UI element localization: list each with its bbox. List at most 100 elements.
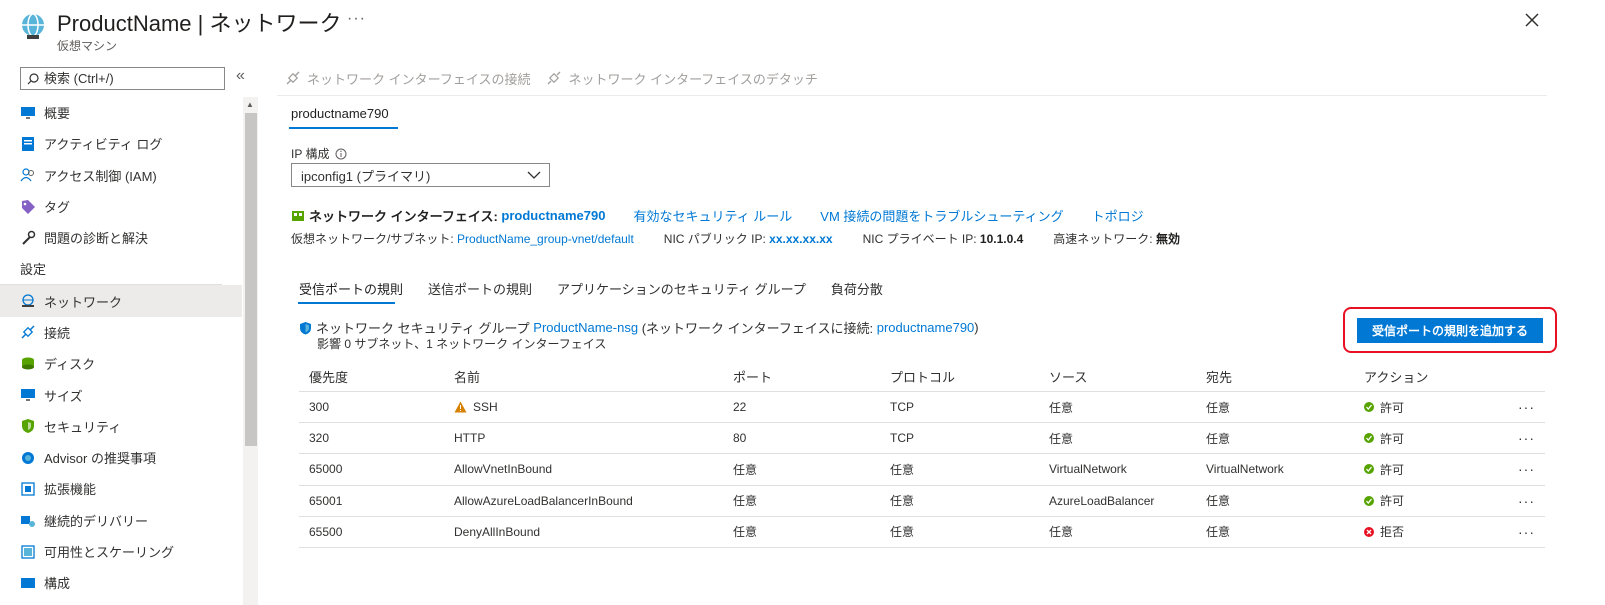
search-input[interactable] (44, 71, 214, 86)
col-destination[interactable]: 宛先 (1206, 367, 1364, 386)
col-port[interactable]: ポート (733, 367, 890, 386)
toolbar-divider (277, 95, 1547, 96)
port-cell: 80 (733, 431, 747, 446)
scroll-up-icon[interactable]: ▲ (246, 100, 254, 109)
sidebar-item-label: ディスク (44, 357, 96, 373)
page-title: ProductName | ネットワーク (57, 11, 342, 36)
row-more-icon[interactable]: ··· (1514, 430, 1545, 446)
nic-icon (292, 210, 304, 221)
disk-icon (20, 356, 36, 372)
tab-load-balancing[interactable]: 負荷分散 (831, 279, 883, 298)
troubleshoot-link[interactable]: VM 接続の問題をトラブルシューティング (820, 206, 1063, 225)
table-row[interactable]: 65001 AllowAzureLoadBalancerInBound 任意 任… (299, 486, 1545, 517)
accel-label: 高速ネットワーク: (1053, 232, 1153, 246)
action-cell: 許可 (1380, 431, 1405, 446)
col-protocol[interactable]: プロトコル (890, 367, 1049, 386)
unplug-icon (547, 71, 561, 85)
config-icon (20, 575, 36, 591)
sidebar-item-diagnose[interactable]: 問題の診断と解決 (0, 222, 242, 253)
action-cell: 許可 (1380, 400, 1405, 415)
table-header: 優先度 名前 ポート プロトコル ソース 宛先 アクション (299, 362, 1545, 392)
sidebar-item-advisor[interactable]: Advisor の推奨事項 (0, 442, 242, 473)
col-action[interactable]: アクション (1364, 367, 1514, 386)
table-row[interactable]: 320 HTTP 80 TCP 任意 任意 許可 ··· (299, 423, 1545, 455)
nsg-nic-link[interactable]: productname790 (877, 320, 975, 335)
scaling-icon (20, 544, 36, 560)
network-icon (20, 293, 36, 309)
row-more-icon[interactable]: ··· (1514, 461, 1545, 477)
detach-nic-button[interactable]: ネットワーク インターフェイスのデタッチ (546, 69, 818, 88)
effective-rules-link[interactable]: 有効なセキュリティ ルール (633, 206, 792, 225)
sidebar-item-overview[interactable]: 概要 (0, 97, 242, 128)
sidebar-item-label: Advisor の推奨事項 (44, 451, 156, 467)
plug-icon (286, 71, 300, 85)
sidebar-item-label: アクティビティ ログ (44, 137, 163, 153)
table-row[interactable]: 300 SSH 22 TCP 任意 任意 許可 ··· (299, 392, 1545, 424)
ip-config-value: ipconfig1 (プライマリ) (301, 168, 431, 184)
nsg-impact: 影響 0 サブネット、1 ネットワーク インターフェイス (317, 337, 607, 351)
priority-cell: 65001 (309, 493, 343, 508)
tab-inbound-rules[interactable]: 受信ポートの規則 (299, 279, 403, 298)
ip-config-label-text: IP 構成 (291, 147, 330, 161)
tab-underline (298, 302, 395, 304)
sidebar-item-connect[interactable]: 接続 (0, 317, 242, 348)
nic-name-link[interactable]: productname790 (501, 208, 605, 223)
port-cell: 任意 (733, 525, 758, 540)
add-inbound-rule-button[interactable]: 受信ポートの規則を追加する (1357, 318, 1543, 343)
destination-cell: VirtualNetwork (1206, 462, 1284, 477)
sidebar-item-configuration[interactable]: 構成 (0, 567, 242, 598)
public-ip-link[interactable]: xx.xx.xx.xx (769, 232, 832, 246)
nsg-name-link[interactable]: ProductName-nsg (533, 320, 638, 335)
people-icon (20, 167, 36, 183)
sidebar-item-iam[interactable]: アクセス制御 (IAM) (0, 160, 242, 191)
sidebar-item-label: 概要 (44, 106, 71, 122)
search-icon (27, 72, 39, 84)
source-cell: 任意 (1049, 400, 1074, 415)
sidebar-item-network[interactable]: ネットワーク (0, 285, 242, 317)
tab-outbound-rules[interactable]: 送信ポートの規則 (428, 279, 532, 298)
attach-nic-button[interactable]: ネットワーク インターフェイスの接続 (285, 69, 530, 88)
table-row[interactable]: 65500 DenyAllInBound 任意 任意 任意 任意 拒否 ··· (299, 517, 1545, 548)
destination-cell: 任意 (1206, 494, 1231, 509)
col-source[interactable]: ソース (1049, 367, 1206, 386)
sidebar-item-label: ネットワーク (44, 294, 123, 310)
vnet-link[interactable]: ProductName_group-vnet/default (457, 232, 634, 246)
allow-icon (1364, 464, 1374, 475)
sidebar-item-size[interactable]: サイズ (0, 379, 242, 410)
priority-cell: 300 (309, 400, 330, 415)
row-more-icon[interactable]: ··· (1514, 399, 1545, 415)
search-box[interactable] (20, 67, 225, 90)
row-more-icon[interactable]: ··· (1514, 524, 1545, 540)
topology-link[interactable]: トポロジ (1092, 206, 1144, 225)
nic-label: ネットワーク インターフェイス: (309, 209, 498, 224)
log-icon (20, 136, 36, 152)
sidebar-item-disks[interactable]: ディスク (0, 348, 242, 379)
close-icon[interactable] (1522, 10, 1542, 30)
plug-icon (20, 324, 36, 340)
sidebar-item-availability[interactable]: 可用性とスケーリング (0, 536, 242, 567)
monitor-icon (20, 387, 36, 403)
source-cell: 任意 (1049, 431, 1074, 446)
sidebar-item-activity-log[interactable]: アクティビティ ログ (0, 128, 242, 159)
ip-config-dropdown[interactable]: ipconfig1 (プライマリ) (291, 163, 550, 187)
allow-icon (1364, 433, 1374, 444)
sidebar-item-continuous-delivery[interactable]: 継続的デリバリー (0, 505, 242, 536)
info-icon[interactable] (335, 148, 347, 160)
public-ip-label: NIC パブリック IP: (663, 232, 766, 246)
name-cell: AllowVnetInBound (454, 462, 553, 477)
more-options-icon[interactable]: ··· (347, 10, 366, 28)
sidebar-item-tags[interactable]: タグ (0, 191, 242, 222)
col-name[interactable]: 名前 (454, 367, 733, 386)
row-more-icon[interactable]: ··· (1514, 493, 1545, 509)
tab-nic[interactable]: productname790 (291, 106, 389, 121)
sidebar-item-extensions[interactable]: 拡張機能 (0, 473, 242, 504)
table-row[interactable]: 65000 AllowVnetInBound 任意 任意 VirtualNetw… (299, 454, 1545, 486)
collapse-sidebar-icon[interactable]: « (236, 67, 245, 85)
name-cell: DenyAllInBound (454, 524, 541, 539)
sidebar-item-security[interactable]: セキュリティ (0, 411, 242, 442)
tab-app-security-groups[interactable]: アプリケーションのセキュリティ グループ (557, 279, 806, 298)
col-priority[interactable]: 優先度 (299, 367, 454, 386)
source-cell: VirtualNetwork (1049, 462, 1127, 477)
scrollbar-thumb[interactable] (245, 113, 257, 446)
sidebar-item-label: 構成 (44, 576, 71, 592)
